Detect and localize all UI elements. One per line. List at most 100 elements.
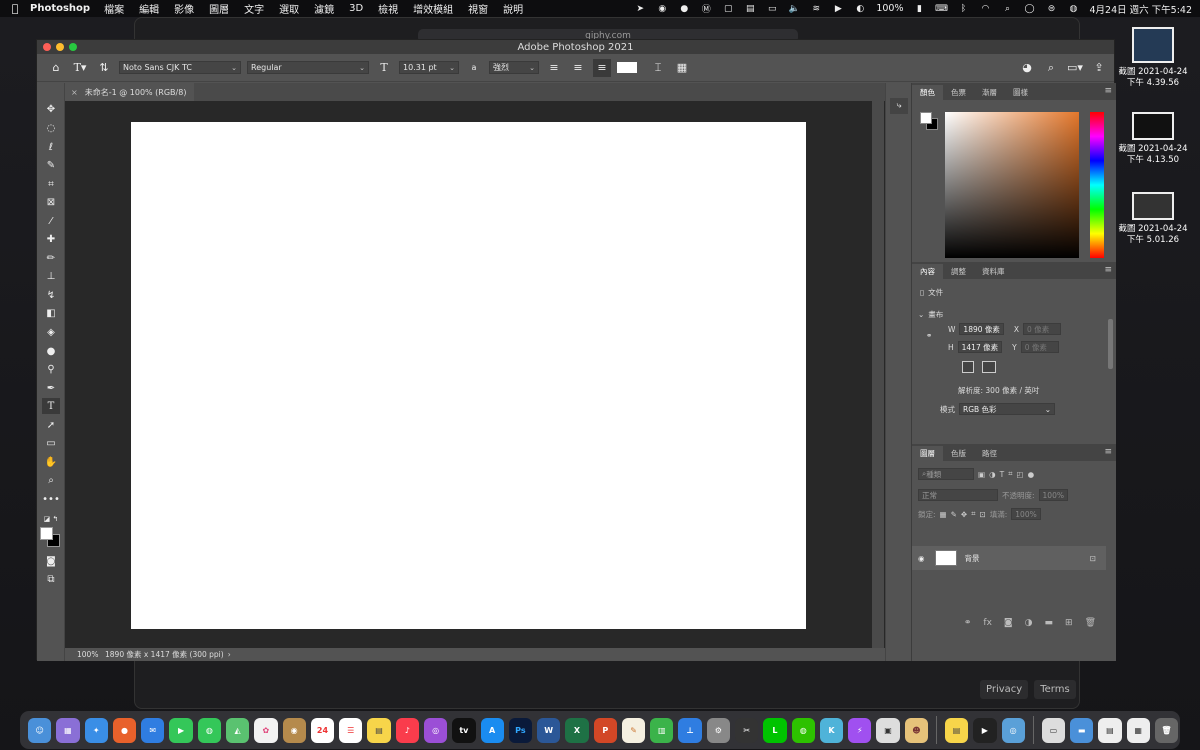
qr-stack-icon[interactable]: ▦ — [1126, 717, 1150, 743]
app-status-icon[interactable]: ▢ — [722, 4, 734, 14]
close-tab-icon[interactable]: × — [71, 88, 78, 97]
blend-mode-select[interactable]: 正常 — [918, 489, 998, 501]
menu-plugins[interactable]: 增效模組 — [413, 1, 453, 16]
excel-icon[interactable]: X — [565, 717, 589, 743]
canvas-workspace[interactable] — [65, 101, 885, 649]
word-icon[interactable]: W — [537, 717, 561, 743]
lock-all-icon[interactable]: ⊡ — [979, 510, 985, 519]
giphy-app-icon[interactable]: ☻ — [904, 717, 928, 743]
panel-menu-icon[interactable]: ≡ — [1104, 86, 1112, 96]
dodge-tool-icon[interactable]: ⚲ — [42, 361, 60, 377]
blur-tool-icon[interactable]: ● — [42, 343, 60, 359]
more-tools-icon[interactable]: ••• — [42, 491, 60, 507]
wechat-status-icon[interactable]: ◉ — [656, 4, 668, 14]
delete-layer-icon[interactable]: 🗑 — [1085, 618, 1096, 628]
photoshop-icon[interactable]: Ps — [508, 717, 533, 743]
lock-position-icon[interactable]: ✥ — [961, 510, 967, 519]
keynote-icon[interactable]: ⊥ — [678, 717, 702, 743]
numbers-icon[interactable]: ▥ — [650, 717, 674, 743]
tab-color[interactable]: 顏色 — [912, 85, 943, 100]
location-icon[interactable]: ➤ — [634, 4, 646, 14]
final-cut-icon[interactable]: ✂ — [735, 717, 759, 743]
line-icon[interactable]: L — [763, 717, 787, 743]
align-center-icon[interactable]: ≡ — [569, 59, 587, 77]
terms-link[interactable]: Terms — [1034, 680, 1076, 699]
width-field[interactable]: 1890 像素 — [959, 323, 1004, 335]
privacy-link[interactable]: Privacy — [980, 680, 1029, 699]
history-panel-icon[interactable]: ⤷ — [890, 98, 908, 114]
mail-status-icon[interactable]: Ⓜ — [700, 4, 712, 15]
document-info[interactable]: 1890 像素 x 1417 像素 (300 ppi) — [105, 649, 224, 660]
warp-text-icon[interactable]: ⌶ — [649, 59, 667, 77]
reminders-icon[interactable]: ☰ — [339, 717, 363, 743]
menu-select[interactable]: 選取 — [279, 1, 299, 16]
tab-swatches[interactable]: 色票 — [943, 85, 974, 100]
music-icon[interactable]: ♪ — [395, 717, 419, 743]
menu-window[interactable]: 視窗 — [468, 1, 488, 16]
quick-selection-tool-icon[interactable]: ✎ — [42, 157, 60, 173]
landscape-orientation-button[interactable] — [982, 361, 996, 373]
layer-row-background[interactable]: ◉ 背景 ⊡ — [912, 546, 1106, 570]
user-icon[interactable]: ◯ — [1023, 4, 1035, 14]
type-tool-icon[interactable]: T — [42, 398, 60, 414]
do-not-disturb-icon[interactable]: ◐ — [854, 4, 866, 14]
properties-scrollbar[interactable] — [1108, 319, 1113, 369]
healing-brush-tool-icon[interactable]: ✚ — [42, 231, 60, 247]
menu-file[interactable]: 檔案 — [104, 1, 124, 16]
workspace-icon[interactable]: ▭▾ — [1066, 59, 1084, 77]
zoom-level[interactable]: 100% — [65, 650, 105, 659]
new-adjustment-layer-icon[interactable]: ◑ — [1025, 618, 1033, 628]
hand-tool-icon[interactable]: ✋ — [42, 454, 60, 470]
y-field[interactable]: 0 像素 — [1020, 341, 1059, 353]
document-tab[interactable]: × 未命名-1 @ 100% (RGB/8) — [65, 83, 195, 101]
align-right-icon[interactable]: ≡ — [593, 58, 611, 77]
menu-filter[interactable]: 濾鏡 — [314, 1, 334, 16]
trash-icon[interactable]: 🗑 — [1154, 717, 1179, 743]
safari-icon[interactable]: ✦ — [84, 717, 108, 743]
mail-icon[interactable]: ✉ — [141, 717, 165, 743]
rectangle-tool-icon[interactable]: ▭ — [42, 435, 60, 451]
zoom-tool-icon[interactable]: ⌕ — [42, 472, 60, 488]
lock-pixels-icon[interactable]: ✎ — [951, 510, 957, 519]
tab-properties[interactable]: 內容 — [912, 264, 943, 279]
menu-help[interactable]: 說明 — [503, 1, 523, 16]
lasso-tool-icon[interactable]: ℓ — [42, 139, 60, 155]
layer-name[interactable]: 背景 — [965, 553, 980, 564]
siri-icon[interactable]: ◍ — [1067, 4, 1079, 14]
desktop-file-screenshot-3[interactable]: 截圖 2021-04-24 下午 5.01.26 — [1108, 192, 1198, 246]
maps-icon[interactable]: ◭ — [225, 717, 250, 743]
home-icon[interactable]: ⌂ — [47, 59, 65, 77]
filter-smart-object-icon[interactable]: ◰ — [1016, 470, 1023, 479]
link-dimensions-icon[interactable]: ⚭ — [926, 331, 932, 340]
lock-transparency-icon[interactable]: ▦ — [940, 510, 947, 519]
desktop-file-screenshot-1[interactable]: 截圖 2021-04-24 下午 4.39.56 — [1108, 27, 1198, 89]
menu-edit[interactable]: 編輯 — [139, 1, 159, 16]
quicktime-icon[interactable]: ▶ — [973, 717, 997, 743]
type-tool-preset-icon[interactable]: T▾ — [71, 59, 89, 77]
learn-icon[interactable]: ◕ — [1018, 59, 1036, 77]
marquee-tool-icon[interactable]: ◌ — [42, 120, 60, 136]
saturation-brightness-picker[interactable] — [945, 112, 1079, 258]
layer-style-fx-icon[interactable]: fx — [983, 618, 992, 628]
volume-icon[interactable]: 🔈 — [788, 4, 800, 14]
input-method-icon[interactable]: ⌨ — [935, 4, 948, 14]
layer-filter-select[interactable]: ⌕ 種類 — [918, 468, 974, 480]
control-center-icon[interactable]: ⊜ — [1045, 4, 1057, 14]
filter-type-icon[interactable]: T — [1000, 470, 1005, 479]
text-color-swatch[interactable] — [617, 62, 637, 73]
firefox-icon[interactable]: ● — [112, 717, 137, 743]
move-tool-icon[interactable]: ✥ — [42, 101, 60, 117]
battery-icon[interactable]: ▮ — [913, 4, 925, 14]
line-status-icon[interactable]: ● — [678, 4, 690, 14]
desktop-stack-icon[interactable]: ▭ — [1041, 717, 1065, 743]
path-selection-tool-icon[interactable]: ➚ — [42, 417, 60, 433]
screenshot-app-icon[interactable]: ◎ — [1001, 717, 1025, 743]
crop-tool-icon[interactable]: ⌗ — [42, 176, 60, 192]
display-icon[interactable]: ▭ — [766, 4, 778, 14]
color-panel-foreground-swatch[interactable] — [920, 112, 932, 124]
menu-view[interactable]: 檢視 — [378, 1, 398, 16]
app-store-icon[interactable]: A — [480, 717, 504, 743]
menu-3d[interactable]: 3D — [349, 3, 363, 14]
wechat-icon[interactable]: ◍ — [791, 717, 815, 743]
canvas-vertical-scrollbar[interactable] — [872, 101, 884, 649]
